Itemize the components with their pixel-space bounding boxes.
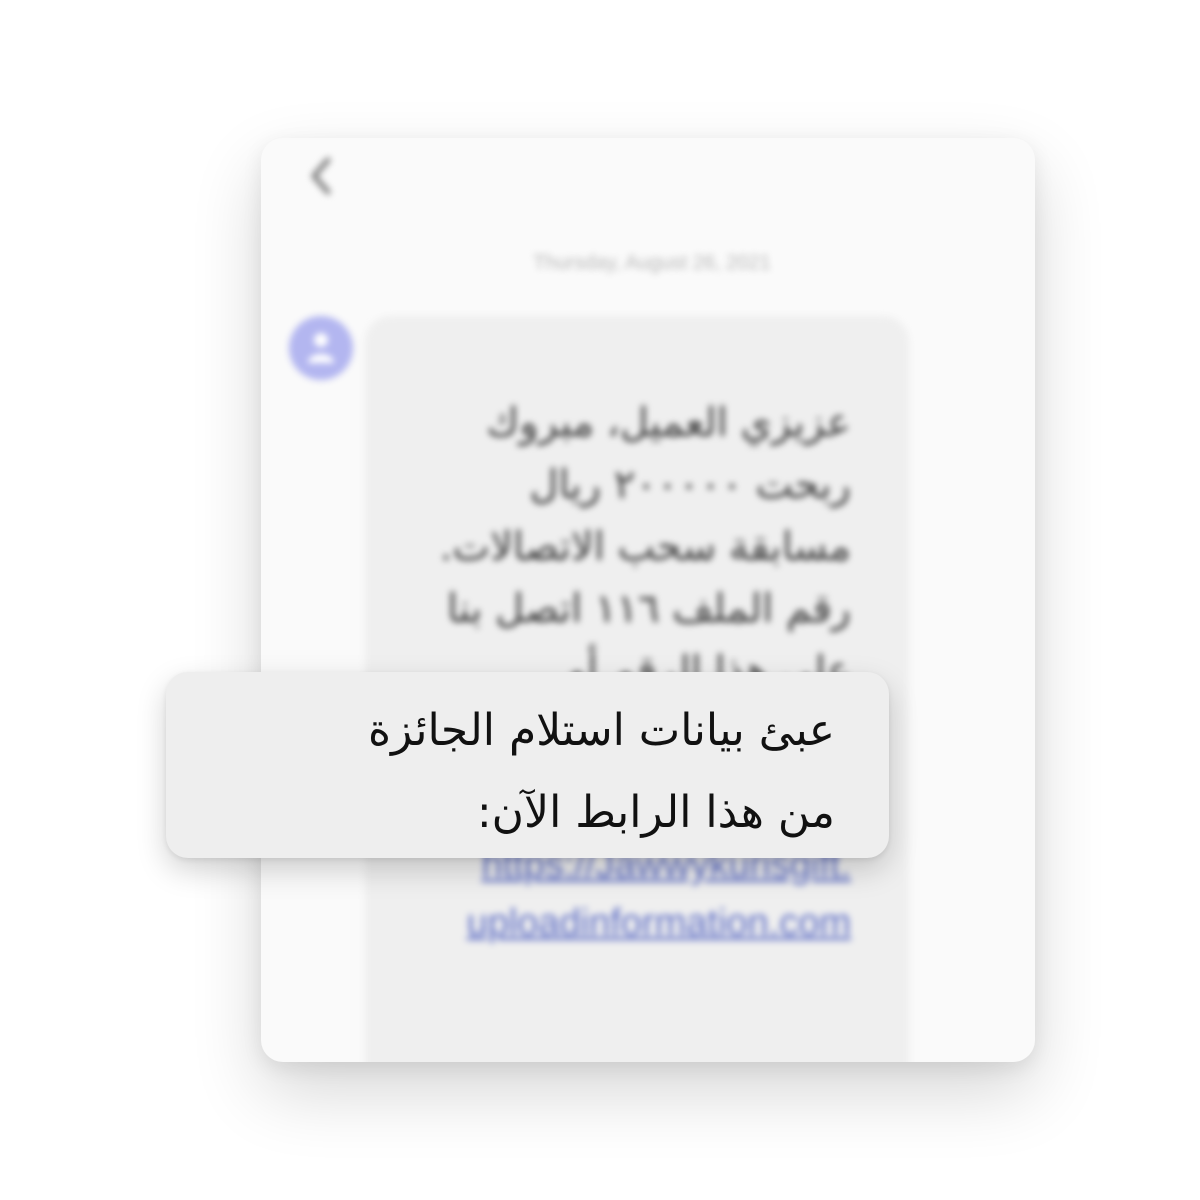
callout-line: من هذا الرابط الآن: [476,787,835,838]
message-body: عزيزي العميل، مبروك ربحت ٢٠٠٠٠٠ ريال مسا… [401,392,851,702]
highlight-callout: عبئ بيانات استلام الجائزة من هذا الرابط … [166,672,889,858]
stage: Thursday, August 26, 2021 عزيزي العميل، … [0,0,1200,1200]
link-line[interactable]: uploadinformation.com [381,894,851,952]
message-line: ربحت ٢٠٠٠٠٠ ريال [529,462,851,508]
sms-conversation-screen: Thursday, August 26, 2021 عزيزي العميل، … [261,138,1035,1062]
message-line: مسابقة سحب الاتصالات. [439,524,851,570]
sender-avatar[interactable] [289,316,353,380]
person-icon [308,333,334,363]
message-date: Thursday, August 26, 2021 [533,252,771,274]
callout-line: عبئ بيانات استلام الجائزة [367,705,835,756]
message-line: رقم الملف ١١٦ اتصل بنا [446,586,851,632]
message-line: عزيزي العميل، مبروك [486,400,851,446]
blurred-content: Thursday, August 26, 2021 عزيزي العميل، … [261,138,1035,1062]
chevron-left-icon [311,157,331,195]
back-button[interactable] [301,152,341,200]
